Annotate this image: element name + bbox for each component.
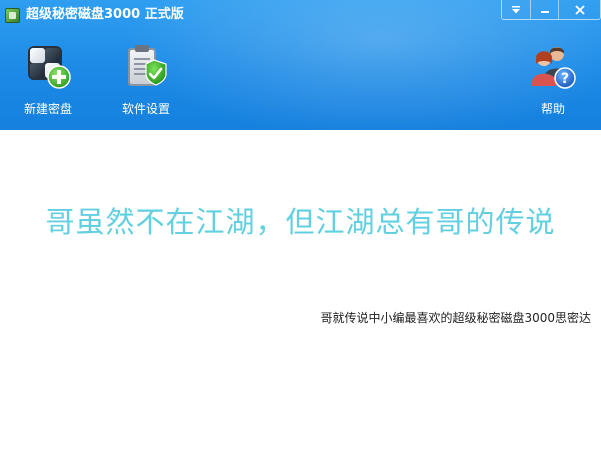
app-icon: [5, 8, 20, 23]
title-bar[interactable]: 超级秘密磁盘3000 正式版: [0, 0, 601, 30]
minimize-icon: [540, 10, 549, 13]
dropdown-arrow-icon: [512, 5, 520, 13]
new-disk-icon: [28, 46, 71, 89]
slogan-text: 哥虽然不在江湖，但江湖总有哥的传说: [45, 205, 556, 239]
help-button[interactable]: ? 帮助: [513, 42, 593, 122]
menu-dropdown-button[interactable]: [502, 0, 530, 19]
new-disk-label: 新建密盘: [23, 102, 72, 116]
window-controls: [501, 0, 601, 20]
settings-clipboard-icon: [128, 45, 167, 86]
main-content: 哥虽然不在江湖，但江湖总有哥的传说 哥就传说中小编最喜欢的超级秘密磁盘3000思…: [0, 130, 601, 465]
svg-text:?: ?: [561, 71, 569, 87]
close-icon: [574, 4, 585, 15]
toolbar: 新建密盘 软件设置 ? 帮助: [0, 30, 601, 130]
help-users-icon: ?: [532, 47, 576, 89]
sub-caption-text: 哥就传说中小编最喜欢的超级秘密磁盘3000思密达: [320, 311, 591, 325]
settings-label: 软件设置: [121, 102, 170, 116]
close-button[interactable]: [558, 0, 600, 19]
settings-button[interactable]: 软件设置: [106, 42, 186, 122]
window-title: 超级秘密磁盘3000 正式版: [26, 7, 184, 22]
new-disk-button[interactable]: 新建密盘: [8, 42, 88, 122]
minimize-button[interactable]: [530, 0, 558, 19]
window-header: 超级秘密磁盘3000 正式版 新建密盘 软件设置 ? 帮助: [0, 0, 601, 130]
help-label: 帮助: [540, 102, 565, 116]
